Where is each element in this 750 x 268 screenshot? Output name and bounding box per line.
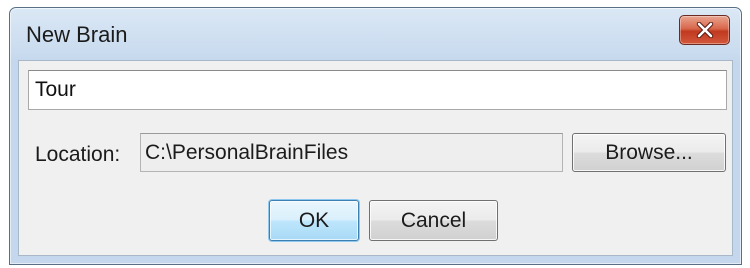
cancel-button-label: Cancel [400,208,467,232]
close-button[interactable] [679,15,730,45]
location-label: Location: [35,143,121,166]
browse-button-label: Browse... [605,140,693,164]
new-brain-dialog: New Brain Location: Browse... OK Cancel [9,7,742,265]
brain-name-input[interactable] [28,70,727,110]
dialog-body: Location: Browse... OK Cancel [18,60,733,256]
title-bar[interactable]: New Brain [10,8,741,62]
browse-button[interactable]: Browse... [572,133,726,172]
ok-button[interactable]: OK [269,200,359,241]
location-field[interactable] [140,133,563,172]
dialog-title: New Brain [26,22,128,47]
cancel-button[interactable]: Cancel [369,200,498,241]
ok-button-label: OK [298,208,330,232]
close-icon [696,22,714,38]
